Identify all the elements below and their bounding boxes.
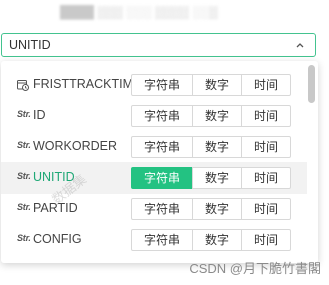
type-toggle-group: 字符串 数字 时间 — [131, 74, 291, 96]
field-select[interactable]: UNITID — [1, 33, 316, 57]
type-time-button[interactable]: 时间 — [241, 105, 291, 127]
option-label: FRISTTRACKTIME — [33, 77, 142, 91]
option-row[interactable]: Str. ID 字符串 数字 时间 — [1, 100, 307, 132]
type-string-button[interactable]: 字符串 — [131, 167, 193, 189]
blurred-title: ████ ▒▒▒ ░░░ ▒▒▒▒ ░░▒ — [60, 5, 218, 19]
type-time-button[interactable]: 时间 — [241, 74, 291, 96]
option-row-active[interactable]: Str. UNITID 字符串 数字 时间 — [1, 162, 307, 194]
type-string-button[interactable]: 字符串 — [131, 74, 193, 96]
string-type-icon: Str. — [17, 109, 31, 119]
type-toggle-group: 字符串 数字 时间 — [131, 105, 291, 127]
calendar-clock-icon — [17, 79, 29, 91]
select-dropdown: FRISTTRACKTIME 字符串 数字 时间 Str. ID 字符串 数字 … — [1, 61, 318, 263]
type-string-button[interactable]: 字符串 — [131, 198, 193, 220]
string-type-icon: Str. — [17, 140, 31, 150]
type-time-button[interactable]: 时间 — [241, 136, 291, 158]
string-type-icon: Str. — [17, 233, 31, 243]
string-type-icon: Str. — [17, 202, 31, 212]
type-number-button[interactable]: 数字 — [192, 229, 242, 251]
option-label: ID — [33, 108, 46, 122]
type-number-button[interactable]: 数字 — [192, 198, 242, 220]
type-time-button[interactable]: 时间 — [241, 198, 291, 220]
csdn-watermark: CSDN @月下脆竹書閣 — [189, 261, 321, 276]
type-string-button[interactable]: 字符串 — [131, 136, 193, 158]
type-number-button[interactable]: 数字 — [192, 74, 242, 96]
option-row[interactable]: Str. WORKORDER 字符串 数字 时间 — [1, 131, 307, 163]
option-row[interactable]: Str. CONFIG 字符串 数字 时间 — [1, 224, 307, 256]
type-string-button[interactable]: 字符串 — [131, 105, 193, 127]
type-time-button[interactable]: 时间 — [241, 229, 291, 251]
type-toggle-group: 字符串 数字 时间 — [131, 167, 291, 189]
option-label: CONFIG — [33, 232, 82, 246]
type-toggle-group: 字符串 数字 时间 — [131, 229, 291, 251]
type-string-button[interactable]: 字符串 — [131, 229, 193, 251]
select-value: UNITID — [9, 38, 51, 52]
string-type-icon: Str. — [17, 171, 31, 181]
option-row[interactable]: FRISTTRACKTIME 字符串 数字 时间 — [1, 69, 307, 101]
type-number-button[interactable]: 数字 — [192, 167, 242, 189]
option-label: WORKORDER — [33, 139, 118, 153]
dropdown-scrollbar[interactable] — [308, 65, 315, 103]
chevron-up-icon[interactable] — [295, 40, 305, 50]
type-time-button[interactable]: 时间 — [241, 167, 291, 189]
type-number-button[interactable]: 数字 — [192, 105, 242, 127]
type-toggle-group: 字符串 数字 时间 — [131, 198, 291, 220]
option-row[interactable]: Str. PARTID 字符串 数字 时间 — [1, 193, 307, 225]
type-number-button[interactable]: 数字 — [192, 136, 242, 158]
type-toggle-group: 字符串 数字 时间 — [131, 136, 291, 158]
